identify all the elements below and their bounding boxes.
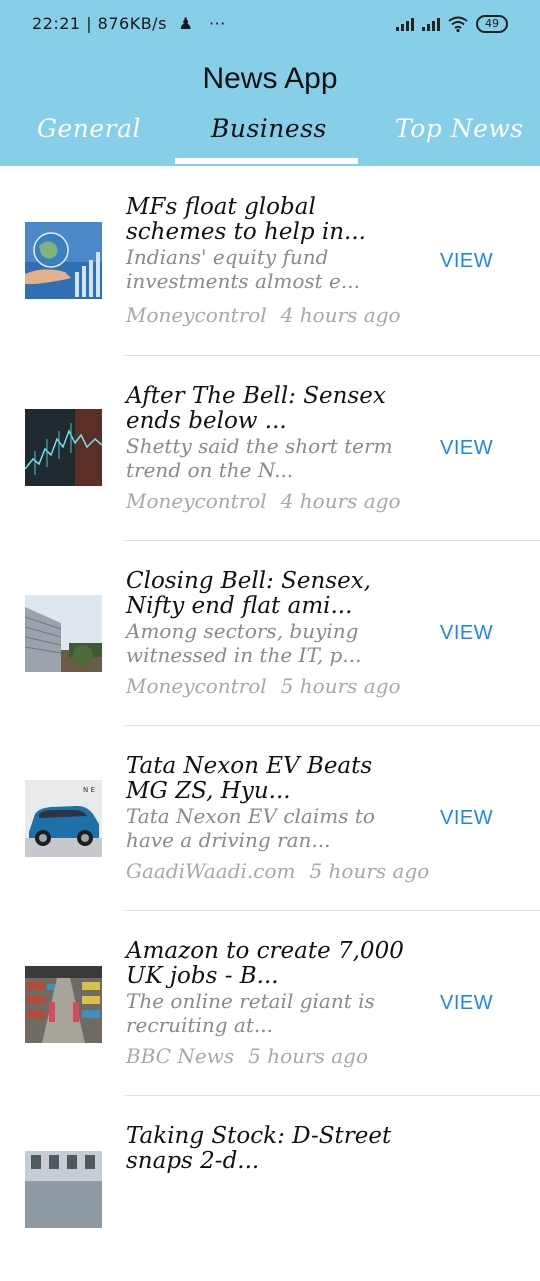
view-button[interactable]: VIEW (440, 807, 493, 830)
more-notifications-dots: ··· (208, 14, 226, 33)
list-item[interactable]: After The Bell: Sensex ends below ... Sh… (0, 356, 540, 541)
article-description: Indians' equity fund investments almost … (126, 245, 360, 293)
article-time: 4 hours ago (280, 489, 401, 513)
cell-signal-2-icon (422, 17, 440, 31)
article-title: Taking Stock: D-Street snaps 2-d... (126, 1123, 392, 1174)
notification-icon: ♟ (178, 14, 194, 33)
tab-top-news[interactable]: Top News (395, 114, 524, 143)
cell-signal-icon (396, 17, 414, 31)
stock-exchange-building-thumbnail[interactable] (25, 595, 102, 672)
article-description: Among sectors, buying witnessed in the I… (126, 619, 362, 667)
status-time-netspeed: 22:21 | 876KB/s ♟ ··· (32, 14, 226, 33)
status-icons: 49 (396, 14, 508, 34)
article-meta: Moneycontrol 4 hours ago (126, 303, 401, 327)
list-item[interactable]: Closing Bell: Sensex, Nifty end flat ami… (0, 541, 540, 726)
list-item[interactable]: Taking Stock: D-Street snaps 2-d... (0, 1096, 540, 1281)
list-item[interactable]: MFs float global schemes to help in... I… (0, 166, 540, 356)
article-source: BBC News (126, 1044, 235, 1068)
article-title: Tata Nexon EV Beats MG ZS, Hyu... (126, 753, 373, 804)
status-bar: 22:21 | 876KB/s ♟ ··· 49 (0, 0, 540, 50)
battery-icon: 49 (476, 15, 508, 33)
article-meta: GaadiWaadi.com 5 hours ago (126, 859, 429, 883)
article-source: Moneycontrol (126, 303, 267, 327)
svg-text:N E: N E (83, 786, 95, 794)
article-time: 5 hours ago (309, 859, 430, 883)
article-title: Closing Bell: Sensex, Nifty end flat ami… (126, 568, 371, 619)
article-time: 5 hours ago (248, 1044, 368, 1068)
list-item[interactable]: N E Tata Nexon EV Beats MG ZS, Hyu... Ta… (0, 726, 540, 911)
article-description: Tata Nexon EV claims to have a driving r… (126, 804, 375, 852)
article-meta: Moneycontrol 4 hours ago (126, 489, 401, 513)
article-meta: BBC News 5 hours ago (126, 1044, 368, 1068)
article-title: MFs float global schemes to help in... (126, 194, 366, 245)
article-title: Amazon to create 7,000 UK jobs - B... (126, 938, 404, 989)
tab-business[interactable]: Business (211, 114, 327, 143)
stock-chart-thumbnail[interactable] (25, 409, 102, 486)
article-description: Shetty said the short term trend on the … (126, 434, 393, 482)
tab-general[interactable]: General (37, 114, 141, 143)
active-tab-indicator (175, 158, 358, 164)
street-scene-thumbnail[interactable] (25, 1151, 102, 1228)
view-button[interactable]: VIEW (440, 437, 493, 460)
article-source: GaadiWaadi.com (126, 859, 296, 883)
view-button[interactable]: VIEW (440, 250, 493, 273)
view-button[interactable]: VIEW (440, 622, 493, 645)
article-source: Moneycontrol (126, 489, 267, 513)
article-time: 5 hours ago (280, 674, 401, 698)
article-title: After The Bell: Sensex ends below ... (126, 383, 386, 434)
blue-suv-thumbnail[interactable]: N E (25, 780, 102, 857)
article-meta: Moneycontrol 5 hours ago (126, 674, 401, 698)
view-button[interactable]: VIEW (440, 992, 493, 1015)
globe-hand-chart-thumbnail[interactable] (25, 222, 102, 299)
article-source: Moneycontrol (126, 674, 267, 698)
app-header: 22:21 | 876KB/s ♟ ··· 49 News App Genera… (0, 0, 540, 166)
article-description: The online retail giant is recruiting at… (126, 989, 375, 1037)
article-time: 4 hours ago (280, 303, 401, 327)
list-item[interactable]: Amazon to create 7,000 UK jobs - B... Th… (0, 911, 540, 1096)
wifi-icon (448, 16, 468, 32)
warehouse-thumbnail[interactable] (25, 966, 102, 1043)
app-title: News App (202, 62, 338, 95)
